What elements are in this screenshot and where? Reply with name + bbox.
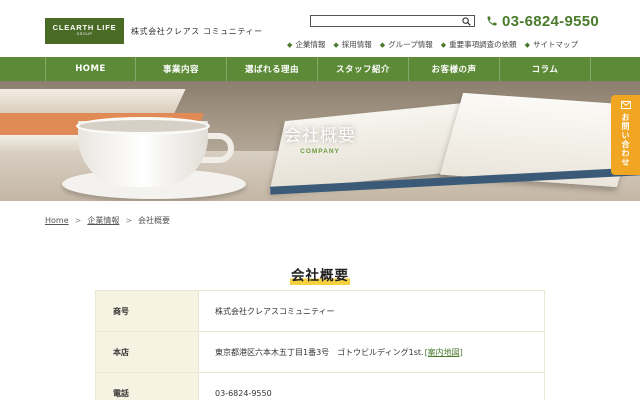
- breadcrumb: Home > 企業情報 > 会社概要: [45, 215, 170, 226]
- phone-icon: [487, 16, 497, 26]
- breadcrumb-separator: >: [125, 216, 133, 225]
- arrow-right-icon: ◆: [524, 40, 531, 49]
- site-logo[interactable]: CLEARTH LIFE GROUP: [45, 18, 124, 44]
- table-row: 商号 株式会社クレアスコミュニティー: [96, 291, 544, 332]
- table-data-cell: 03-6824-9550: [199, 373, 544, 400]
- table-cell-text: 東京都港区六本木五丁目1番3号 ゴトウビルディング1st.: [215, 347, 424, 357]
- table-cell-text: 03-6824-9550: [215, 388, 272, 398]
- utility-nav-label: 採用情報: [341, 40, 372, 49]
- nav-item-column[interactable]: コラム: [500, 57, 591, 81]
- company-info-table: 商号 株式会社クレアスコミュニティー 本店 東京都港区六本木五丁目1番3号 ゴト…: [95, 290, 545, 400]
- section-heading: 会社概要: [0, 264, 640, 285]
- main-nav: HOME 事業内容 選ばれる理由 スタッフ紹介 お客様の声 コラム: [0, 57, 640, 81]
- utility-nav-label: 企業情報: [295, 40, 326, 49]
- utility-nav-label: サイトマップ: [533, 40, 579, 49]
- search-input[interactable]: [310, 15, 475, 27]
- page-subtitle: COMPANY: [300, 148, 340, 155]
- company-name: 株式会社クレアス コミュニティー: [131, 27, 263, 36]
- page-title: 会社概要: [284, 126, 356, 146]
- table-header-cell: 商号: [96, 291, 199, 331]
- utility-nav-inquiry[interactable]: ◆ 重要事項調査の依頼: [441, 39, 517, 50]
- utility-nav-sitemap[interactable]: ◆ サイトマップ: [525, 39, 578, 50]
- utility-nav-group[interactable]: ◆ グループ情報: [380, 39, 433, 50]
- map-link[interactable]: [案内地図]: [425, 347, 463, 358]
- site-header: CLEARTH LIFE GROUP 株式会社クレアス コミュニティー 03-6…: [0, 0, 640, 57]
- search-icon[interactable]: [462, 17, 471, 26]
- utility-nav-recruit[interactable]: ◆ 採用情報: [333, 39, 371, 50]
- table-cell-text: 株式会社クレアスコミュニティー: [215, 306, 335, 316]
- breadcrumb-current: 会社概要: [138, 216, 171, 225]
- logo-text: CLEARTH LIFE: [52, 23, 117, 32]
- table-row: 電話 03-6824-9550: [96, 373, 544, 400]
- logo-subtext: GROUP: [76, 32, 93, 36]
- breadcrumb-home[interactable]: Home: [45, 216, 69, 225]
- nav-item-voices[interactable]: お客様の声: [409, 57, 500, 81]
- utility-nav-label: グループ情報: [388, 40, 433, 49]
- arrow-right-icon: ◆: [379, 40, 386, 49]
- arrow-right-icon: ◆: [287, 40, 293, 49]
- breadcrumb-separator: >: [74, 216, 82, 225]
- nav-item-reasons[interactable]: 選ばれる理由: [227, 57, 318, 81]
- section-heading-text: 会社概要: [290, 268, 350, 285]
- arrow-right-icon: ◆: [440, 40, 447, 49]
- table-data-cell: 株式会社クレアスコミュニティー: [199, 291, 544, 331]
- hero-banner: 会社概要 COMPANY: [0, 81, 640, 201]
- breadcrumb-company-info[interactable]: 企業情報: [87, 215, 119, 226]
- table-header-cell: 本店: [96, 332, 199, 372]
- nav-item-services[interactable]: 事業内容: [136, 57, 227, 81]
- table-data-cell: 東京都港区六本木五丁目1番3号 ゴトウビルディング1st. [案内地図]: [199, 332, 544, 372]
- table-header-cell: 電話: [96, 373, 199, 400]
- nav-item-home[interactable]: HOME: [45, 57, 136, 81]
- utility-nav: ◆ 企業情報 ◆ 採用情報 ◆ グループ情報 ◆ 重要事項調査の依頼 ◆ サイト…: [287, 39, 578, 50]
- contact-tab-button[interactable]: お問い合わせ: [611, 95, 640, 175]
- nav-item-staff[interactable]: スタッフ紹介: [318, 57, 409, 81]
- table-row: 本店 東京都港区六本木五丁目1番3号 ゴトウビルディング1st. [案内地図]: [96, 332, 544, 373]
- utility-nav-company-info[interactable]: ◆ 企業情報: [287, 39, 325, 50]
- phone-number-text: 03-6824-9550: [502, 12, 600, 30]
- phone-number[interactable]: 03-6824-9550: [486, 12, 599, 30]
- contact-tab-label: お問い合わせ: [621, 113, 630, 167]
- utility-nav-label: 重要事項調査の依頼: [449, 40, 517, 49]
- hero-book: [0, 89, 186, 113]
- mail-icon: [620, 101, 631, 109]
- arrow-right-icon: ◆: [333, 40, 339, 49]
